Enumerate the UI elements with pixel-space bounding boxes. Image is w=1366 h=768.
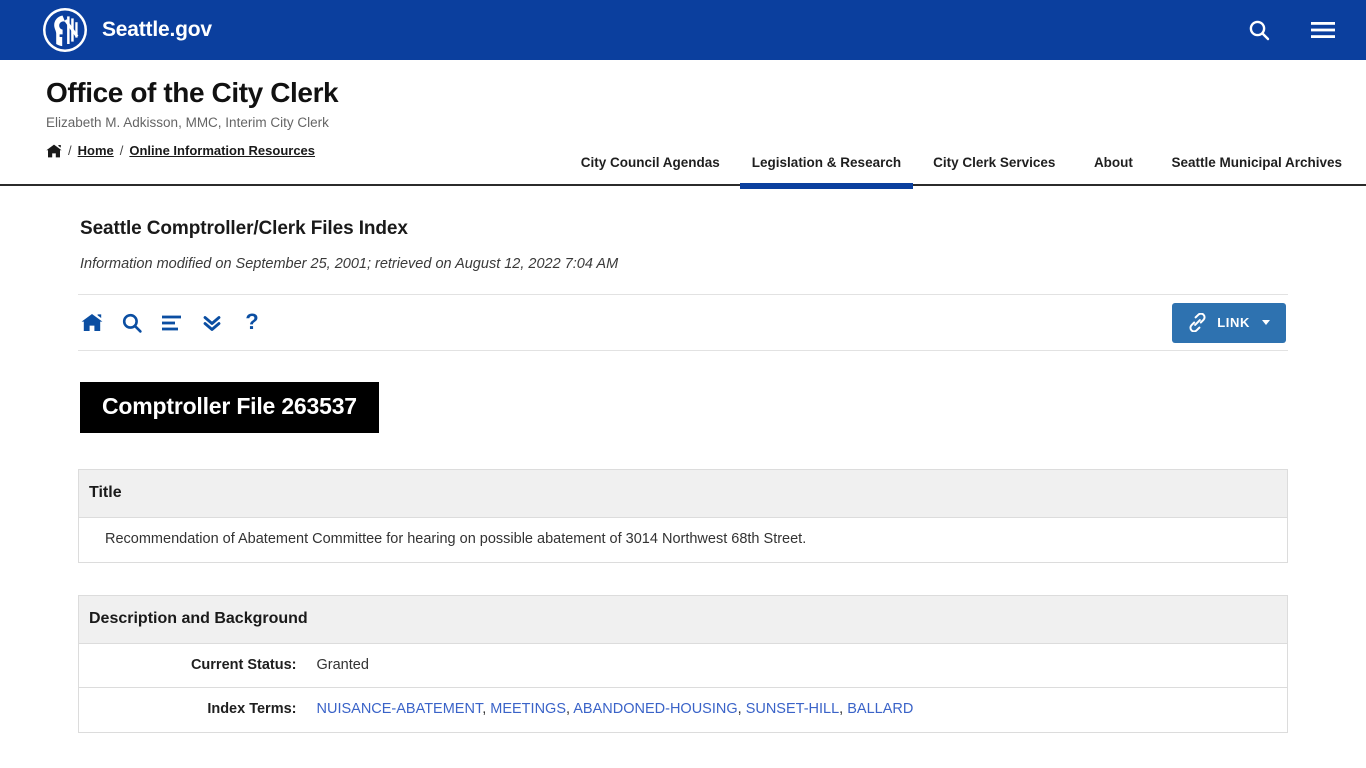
nav-item-label: Seattle Municipal Archives: [1171, 155, 1342, 171]
hamburger-menu-icon[interactable]: [1310, 17, 1336, 43]
current-status-label: Current Status:: [78, 642, 309, 689]
section-heading-description-and-background: Description and Background: [78, 594, 1288, 644]
index-terms-label: Index Terms:: [78, 687, 309, 733]
link-dropdown-button[interactable]: LINK: [1172, 302, 1286, 343]
index-list-icon[interactable]: [160, 311, 184, 335]
brand-label: Seattle.gov: [102, 18, 212, 41]
site-header-bar: Seattle.gov: [0, 0, 1366, 60]
chain-link-icon: [1189, 313, 1206, 332]
term-separator: ,: [737, 701, 746, 718]
breadcrumb-separator-2: /: [119, 143, 124, 159]
search-icon[interactable]: [120, 311, 144, 335]
table-row: Current Status: Granted: [78, 642, 1288, 689]
breadcrumb-separator-1: /: [68, 143, 72, 159]
index-terms-value: NUISANCE-ABATEMENT, MEETINGS, ABANDONED-…: [308, 687, 1288, 733]
table-row: Index Terms: NUISANCE-ABATEMENT, MEETING…: [78, 687, 1288, 733]
masthead-identity: Office of the City Clerk Elizabeth M. Ad…: [46, 60, 339, 158]
nav-item-about[interactable]: About: [1071, 153, 1155, 184]
nav-item-label: Legislation & Research: [751, 155, 902, 171]
toolbar-icon-group: ?: [80, 311, 264, 335]
home-icon[interactable]: [80, 311, 104, 335]
nav-item-label: City Council Agendas: [580, 155, 720, 171]
site-title: Office of the City Clerk: [46, 77, 339, 108]
brand[interactable]: Seattle.gov: [42, 7, 212, 53]
search-icon[interactable]: [1246, 17, 1272, 43]
help-icon[interactable]: ?: [240, 311, 264, 335]
seattle-city-seal-icon: [43, 8, 87, 52]
help-icon-glyph: ?: [245, 309, 259, 334]
masthead: Office of the City Clerk Elizabeth M. Ad…: [0, 60, 1366, 189]
table-row: Recommendation of Abatement Committee fo…: [78, 517, 1288, 563]
jump-down-icon[interactable]: [200, 311, 224, 335]
caret-down-icon: [1262, 320, 1270, 325]
index-term-link[interactable]: BALLARD: [847, 701, 913, 717]
main-navigation: City Council Agendas Legislation & Resea…: [565, 60, 1358, 189]
nav-item-label: City Clerk Services: [933, 155, 1056, 171]
nav-item-city-council-agendas[interactable]: City Council Agendas: [565, 153, 736, 184]
title-value: Recommendation of Abatement Committee fo…: [78, 517, 1288, 563]
current-status-value: Granted: [308, 642, 1288, 689]
page-title: Seattle Comptroller/Clerk Files Index: [80, 218, 408, 239]
nav-item-legislation-and-research[interactable]: Legislation & Research: [736, 153, 917, 189]
nav-item-city-clerk-services[interactable]: City Clerk Services: [917, 153, 1071, 184]
nav-item-label: About: [1093, 155, 1133, 171]
file-number-badge: Comptroller File 263537: [80, 382, 379, 433]
description-and-background-table: Description and Background Current Statu…: [78, 594, 1288, 733]
table-header-row: Title: [78, 469, 1288, 518]
header-actions: [1246, 17, 1336, 43]
title-table: Title Recommendation of Abatement Commit…: [78, 469, 1288, 563]
breadcrumb: / Home / Online Information Resources: [46, 143, 338, 158]
page-timestamp: Information modified on September 25, 20…: [80, 256, 619, 272]
index-term-link[interactable]: NUISANCE-ABATEMENT: [317, 701, 483, 717]
table-header-row: Description and Background: [78, 594, 1288, 644]
page-content: Seattle Comptroller/Clerk Files Index In…: [78, 186, 1288, 733]
record-toolbar: ? LINK: [78, 294, 1288, 351]
index-term-link[interactable]: MEETINGS: [490, 701, 566, 717]
index-term-link[interactable]: ABANDONED-HOUSING: [573, 701, 737, 717]
section-heading-title: Title: [78, 469, 1288, 518]
nav-item-seattle-municipal-archives[interactable]: Seattle Municipal Archives: [1155, 153, 1358, 184]
breadcrumb-item-home[interactable]: Home: [78, 143, 114, 158]
link-button-label: LINK: [1217, 315, 1250, 330]
site-subtitle: Elizabeth M. Adkisson, MMC, Interim City…: [46, 115, 329, 131]
breadcrumb-item-online-information-resources[interactable]: Online Information Resources: [129, 143, 315, 158]
home-icon[interactable]: [46, 144, 62, 158]
index-term-link[interactable]: SUNSET-HILL: [746, 701, 839, 717]
